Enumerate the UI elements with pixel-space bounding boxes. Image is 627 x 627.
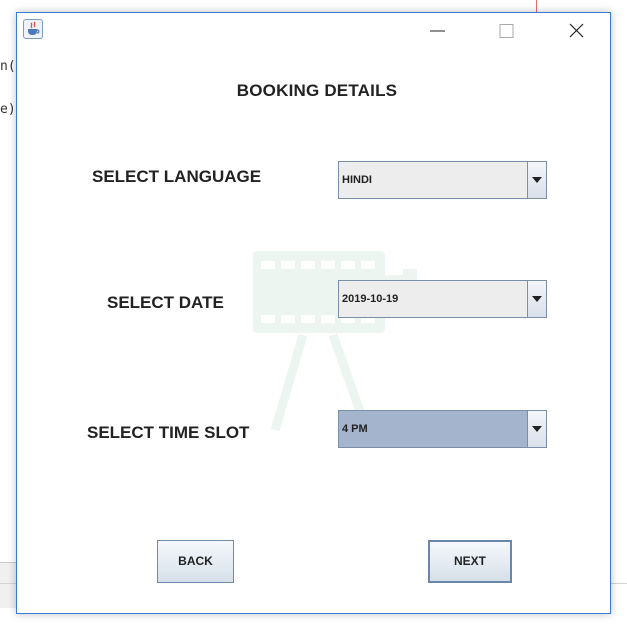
booking-window: BOOKING DETAILS SELECT LANGUAGE HINDI SE… [16,12,611,614]
date-label: SELECT DATE [107,293,224,312]
minimize-icon [430,30,445,32]
chevron-down-icon [532,177,542,183]
time-slot-label: SELECT TIME SLOT [87,423,250,442]
language-dropdown-button[interactable] [527,162,546,198]
background-code-fragment: e) [0,102,16,117]
date-dropdown-button[interactable] [527,281,546,317]
chevron-down-icon [532,426,542,432]
title-bar[interactable] [17,13,610,47]
chevron-down-icon [532,296,542,302]
java-icon[interactable] [23,19,43,39]
background-code-fragment: n( [0,59,16,74]
back-button[interactable]: BACK [157,540,234,583]
film-camera-watermark-icon [253,251,417,432]
page-title: BOOKING DETAILS [236,81,398,100]
maximize-icon [499,24,514,38]
minimize-button[interactable] [415,13,461,47]
background-divider [536,0,537,12]
maximize-button[interactable] [484,13,530,47]
language-select[interactable]: HINDI [338,161,547,199]
date-select[interactable]: 2019-10-19 [338,280,547,318]
language-select-value: HINDI [342,174,372,186]
close-icon [569,23,584,38]
language-label: SELECT LANGUAGE [92,167,262,186]
time-slot-dropdown-button[interactable] [527,411,546,447]
time-slot-select-value: 4 PM [342,423,368,435]
date-select-value: 2019-10-19 [342,293,399,305]
time-slot-select[interactable]: 4 PM [338,410,547,448]
close-button[interactable] [552,13,598,47]
next-button[interactable]: NEXT [428,540,512,583]
